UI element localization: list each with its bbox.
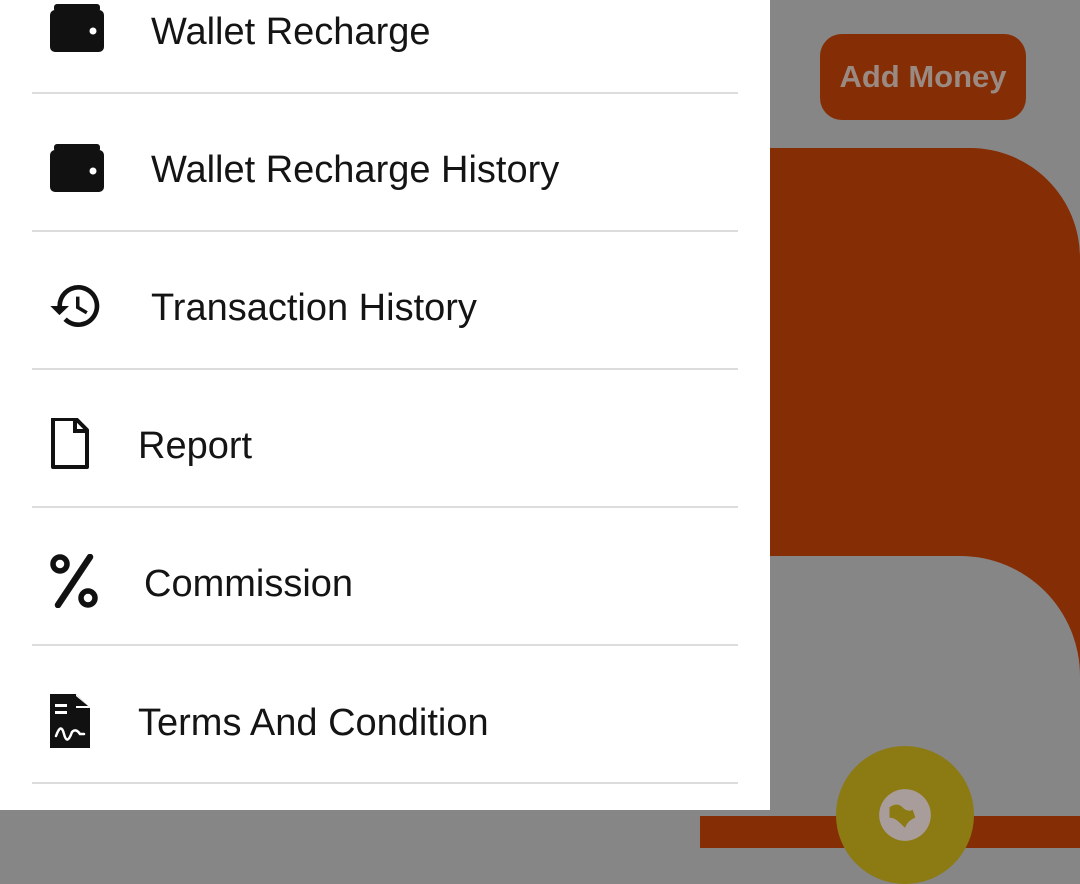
wallet-icon	[50, 4, 104, 52]
history-icon	[50, 285, 100, 327]
navigation-drawer: Wallet Recharge Wallet Recharge History …	[0, 0, 770, 810]
menu-item-label: Transaction History	[151, 287, 477, 329]
menu-item-label: Report	[138, 425, 253, 467]
menu-item-wallet-recharge[interactable]: Wallet Recharge	[32, 0, 738, 94]
menu-item-label: Wallet Recharge History	[151, 149, 560, 191]
globe-icon	[879, 789, 931, 841]
wallet-icon	[50, 144, 104, 192]
menu-item-transaction-history[interactable]: Transaction History	[32, 232, 738, 370]
percent-icon	[50, 554, 98, 608]
menu-item-report[interactable]: Report	[32, 370, 738, 508]
receipt-icon	[50, 694, 90, 748]
menu-item-commission[interactable]: Commission	[32, 508, 738, 646]
fab-button[interactable]	[836, 746, 974, 884]
document-icon	[51, 418, 89, 469]
menu-item-label: Terms And Condition	[138, 702, 489, 744]
menu-item-terms-and-condition[interactable]: Terms And Condition	[32, 646, 738, 784]
menu-item-label: Wallet Recharge	[151, 11, 431, 53]
add-money-button[interactable]: Add Money	[820, 34, 1026, 120]
menu-item-wallet-recharge-history[interactable]: Wallet Recharge History	[32, 94, 738, 232]
menu-item-label: Commission	[144, 563, 354, 605]
